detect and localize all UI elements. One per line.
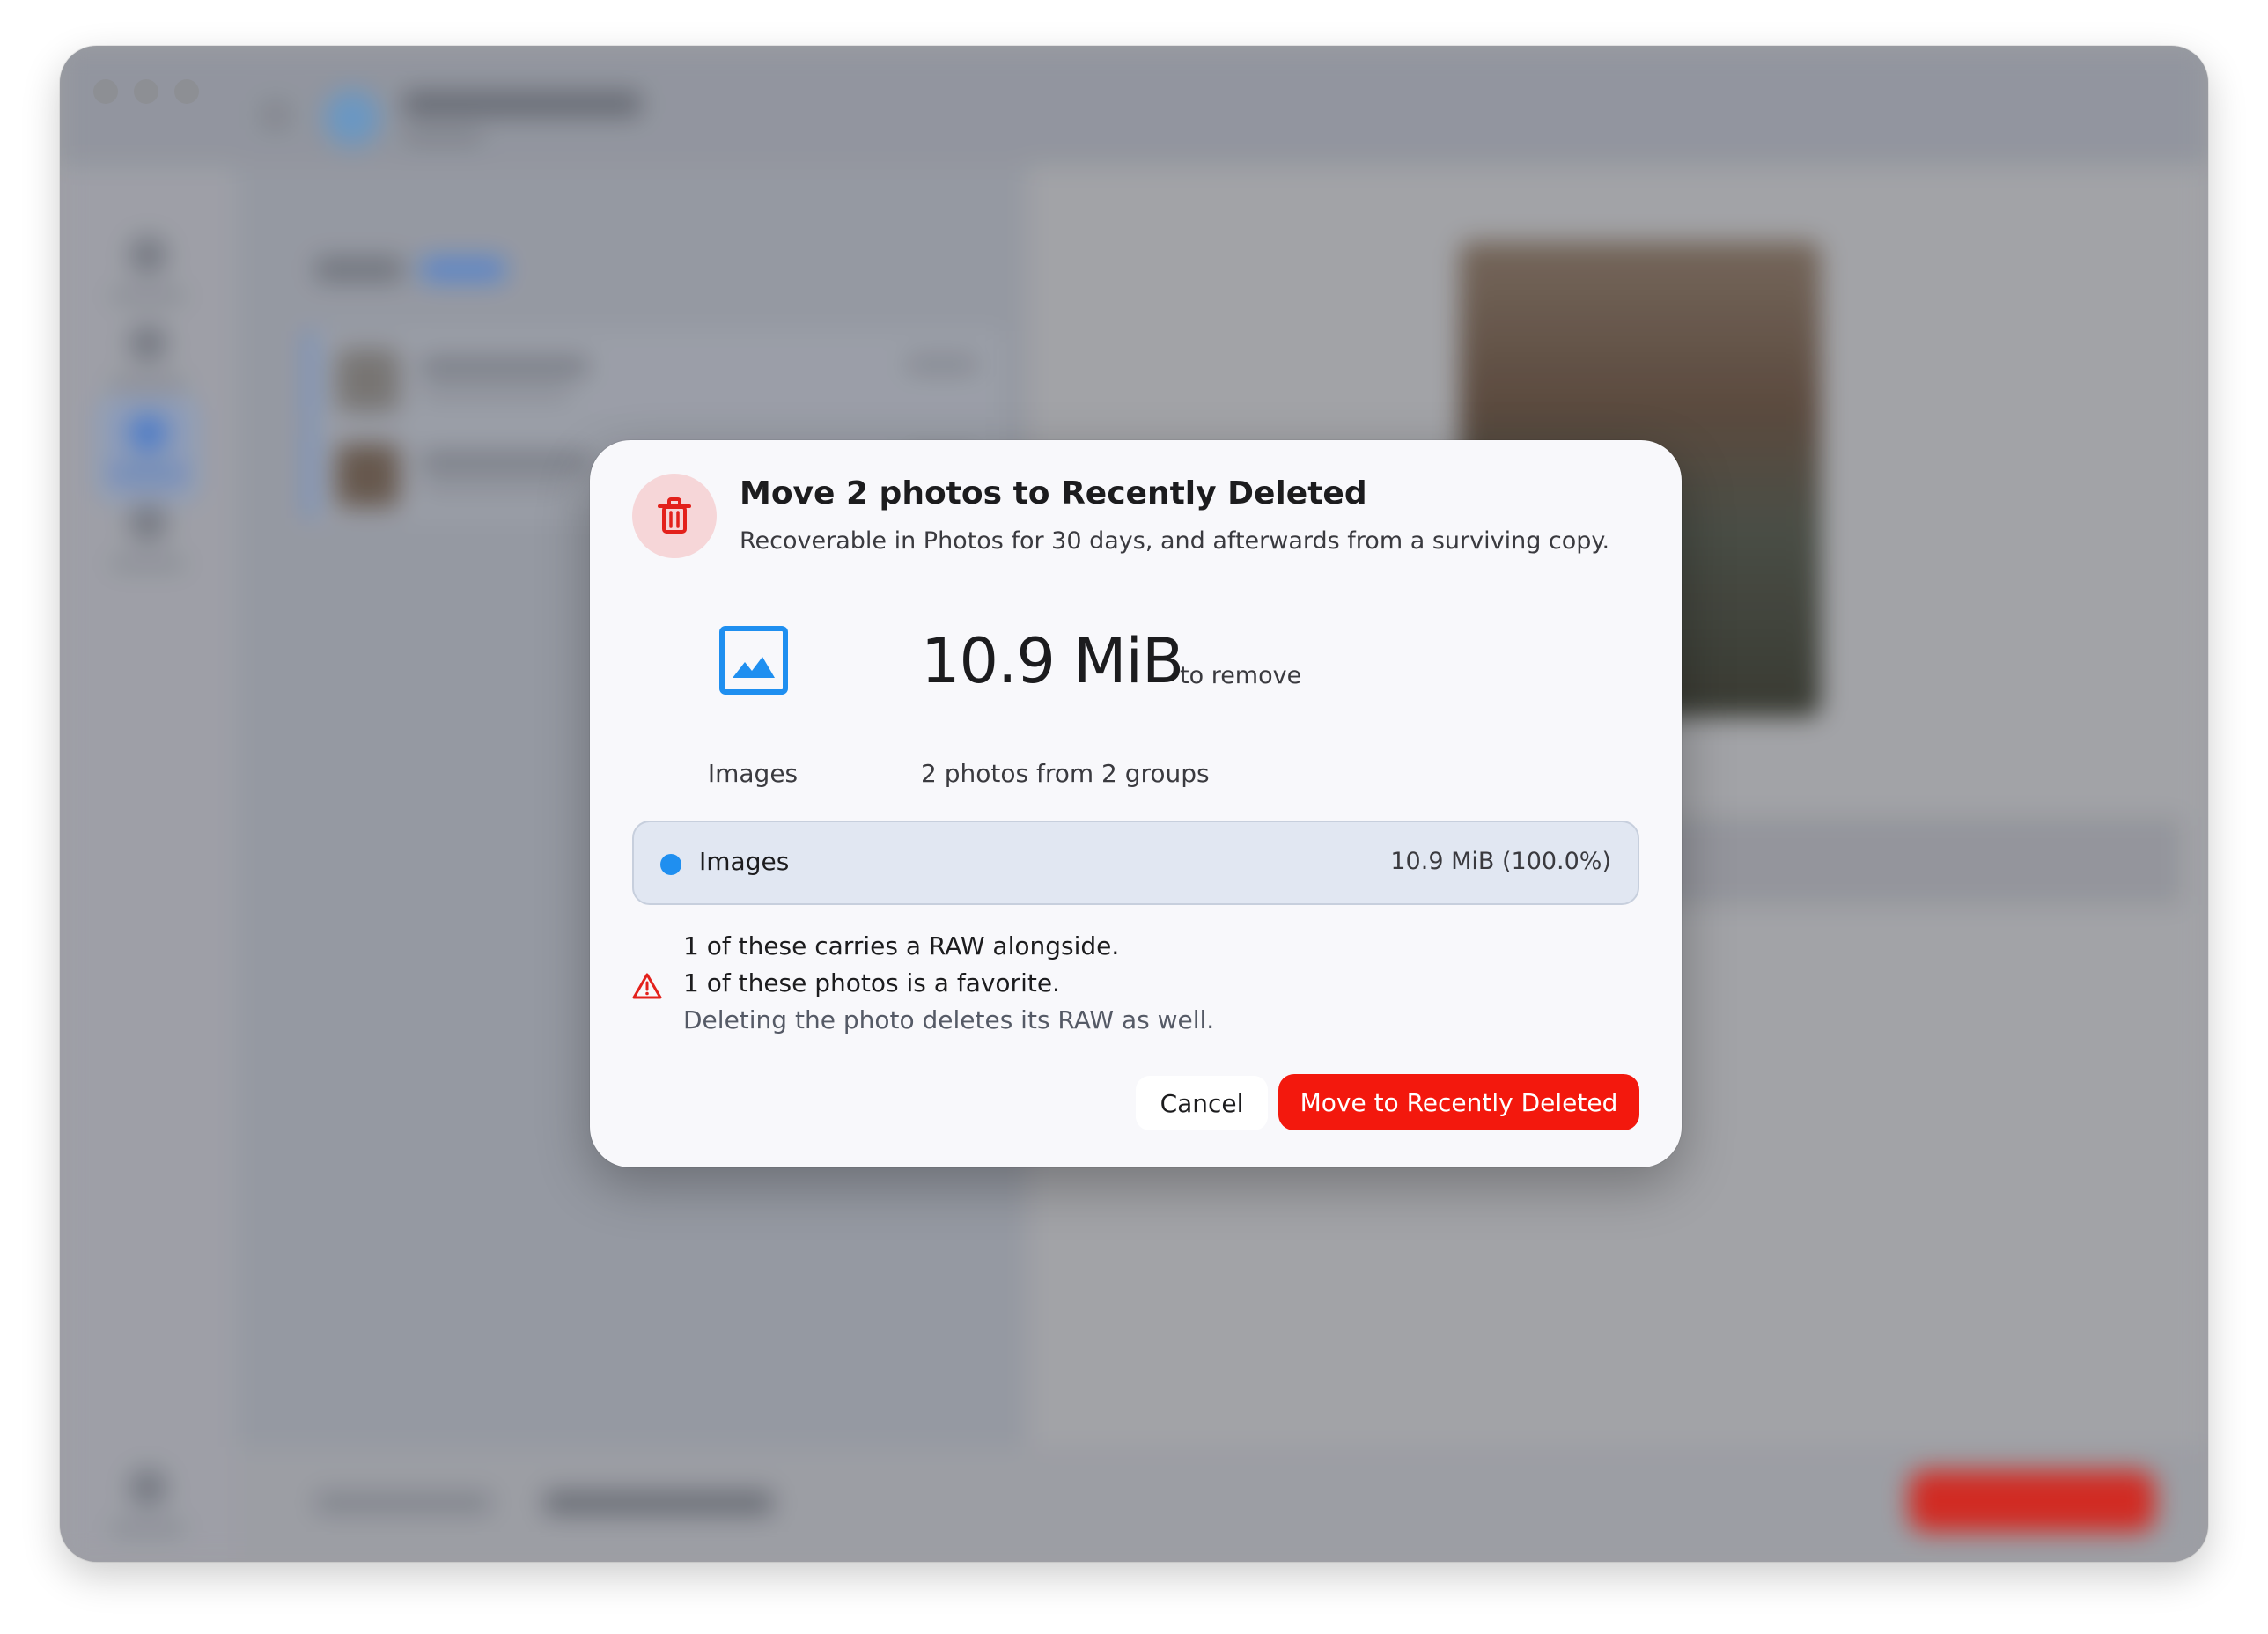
cancel-button[interactable]: Cancel (1136, 1076, 1268, 1130)
breakdown-category-name: Images (699, 847, 790, 876)
move-to-recently-deleted-button[interactable]: Move to Recently Deleted (1278, 1074, 1639, 1130)
dialog-subtitle: Recoverable in Photos for 30 days, and a… (740, 527, 1610, 555)
size-breakdown-row: Images 10.9 MiB (100.0%) (632, 821, 1639, 905)
warning-favorite-text: 1 of these photos is a favorite. (683, 968, 1060, 997)
dialog-title: Move 2 photos to Recently Deleted (740, 475, 1367, 512)
image-icon (718, 625, 789, 696)
close-window-icon (93, 79, 118, 104)
delete-confirmation-dialog: Move 2 photos to Recently Deleted Recove… (590, 440, 1682, 1167)
warning-raw-deletion-note: Deleting the photo deletes its RAW as we… (683, 1005, 1215, 1034)
total-size-suffix: to remove (1180, 662, 1302, 689)
breakdown-category-size: 10.9 MiB (100.0%) (1390, 848, 1611, 875)
trash-icon (632, 474, 717, 558)
category-color-dot (660, 854, 681, 875)
zoom-window-icon (174, 79, 199, 104)
selection-summary: 2 photos from 2 groups (921, 759, 1210, 788)
total-size: 10.9 MiB (921, 625, 1184, 697)
minimize-window-icon (134, 79, 158, 104)
warning-triangle-icon (632, 972, 662, 1000)
window-controls (93, 79, 199, 104)
warning-raw-text: 1 of these carries a RAW alongside. (683, 931, 1120, 961)
category-label: Images (707, 759, 799, 788)
